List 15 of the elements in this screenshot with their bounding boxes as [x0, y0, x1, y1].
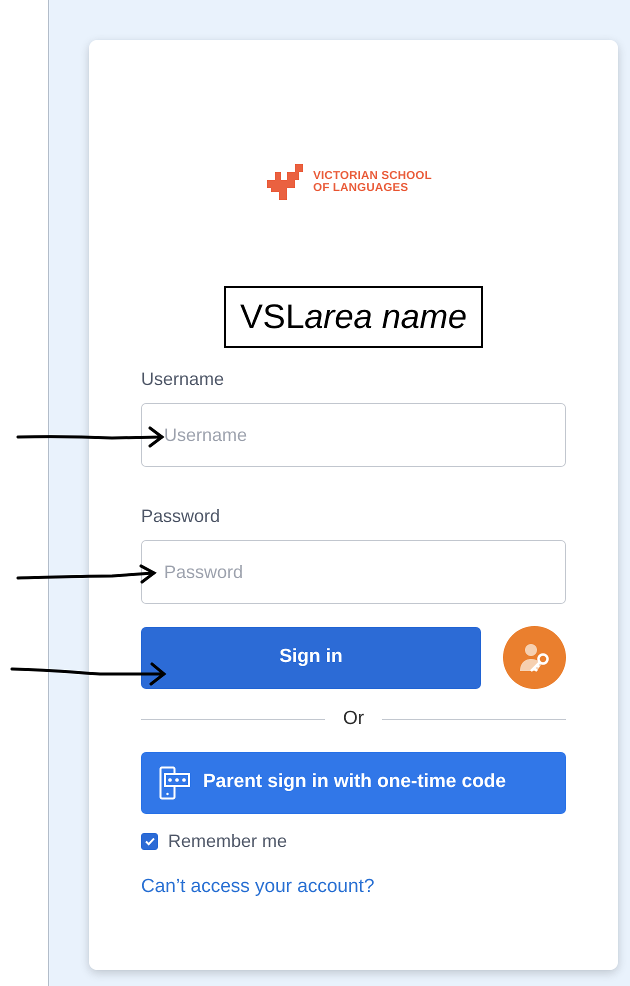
- remember-me-label: Remember me: [168, 830, 288, 852]
- field-label: Password: [141, 505, 222, 528]
- sign-in-button[interactable]: Sign in: [141, 626, 481, 688]
- parent-sign-in-button[interactable]: Parent sign in with one-time code: [141, 752, 566, 814]
- password-field[interactable]: Password: [141, 540, 566, 604]
- checkmark-icon: [144, 835, 156, 847]
- phone-code-icon: [159, 766, 191, 800]
- logo-text: VICTORIAN SCHOOL: [313, 170, 432, 182]
- annotation-label: VSLarea name: [224, 286, 483, 348]
- remember-checkbox[interactable]: [141, 832, 158, 850]
- logo-text: OF LANGUAGES: [313, 182, 410, 194]
- divider-text: Or: [342, 707, 364, 731]
- username-field[interactable]: Username: [141, 403, 566, 467]
- help-link[interactable]: Can’t access your account?: [141, 876, 374, 896]
- field-label: Username: [141, 368, 226, 391]
